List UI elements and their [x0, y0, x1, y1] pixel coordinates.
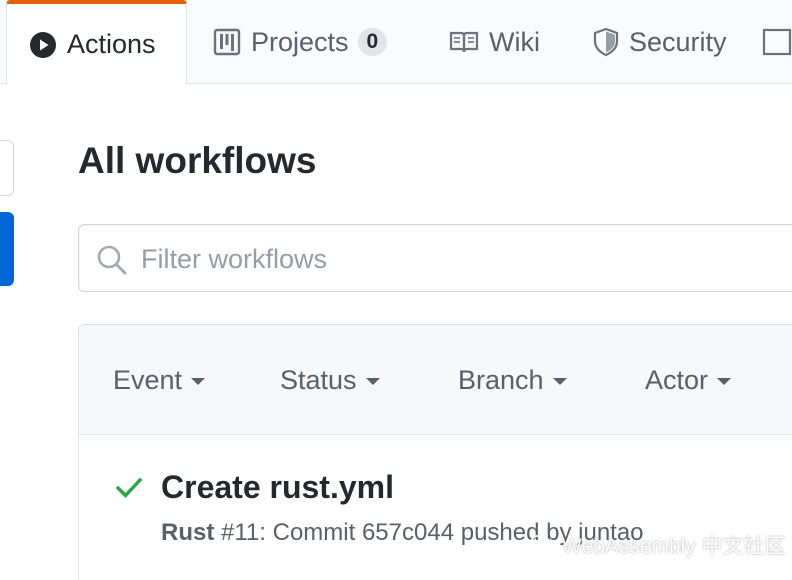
search-icon: [96, 244, 128, 281]
event-filter-label: Event: [113, 365, 183, 395]
chevron-down-icon: [365, 378, 380, 385]
event-filter-dropdown[interactable]: Event: [113, 365, 206, 396]
graph-icon: [762, 28, 792, 56]
new-workflow-button-partial[interactable]: [0, 212, 14, 286]
projects-counter: 0: [357, 28, 388, 56]
tab-security-label: Security: [629, 26, 727, 57]
play-icon: [29, 31, 57, 59]
status-filter-label: Status: [280, 365, 357, 395]
watermark-text: WebAssembly 中文社区: [562, 535, 786, 558]
sidebar-button-partial[interactable]: [0, 140, 14, 196]
tab-security[interactable]: Security: [593, 0, 727, 84]
book-icon: [449, 30, 479, 54]
actor-filter-label: Actor: [645, 365, 709, 395]
status-filter-dropdown[interactable]: Status: [280, 365, 380, 396]
workflow-run-title[interactable]: Create rust.yml: [161, 469, 394, 506]
tab-projects-label: Projects: [251, 26, 349, 57]
repo-nav-tabs: Actions Projects 0 Wiki Security: [0, 0, 792, 85]
filter-workflows-field[interactable]: [78, 224, 792, 292]
run-number: #11: [221, 519, 260, 546]
branch-filter-dropdown[interactable]: Branch: [458, 365, 567, 396]
actor-filter-dropdown[interactable]: Actor: [645, 365, 732, 396]
watermark: WebAssembly 中文社区: [530, 530, 786, 560]
tab-wiki[interactable]: Wiki: [449, 0, 540, 84]
workflow-name[interactable]: Rust: [161, 519, 214, 546]
check-icon: [115, 477, 143, 504]
runs-filter-bar: Event Status Branch Actor: [79, 325, 792, 435]
chevron-down-icon: [191, 378, 206, 385]
tab-projects[interactable]: Projects 0: [213, 0, 388, 84]
shield-icon: [593, 27, 619, 57]
project-icon: [213, 28, 241, 56]
tab-actions[interactable]: Actions: [6, 0, 187, 85]
chevron-down-icon: [717, 378, 732, 385]
branch-filter-label: Branch: [458, 365, 544, 395]
page-title: All workflows: [78, 140, 317, 181]
filter-workflows-input[interactable]: [141, 242, 741, 276]
run-meta-prefix: : Commit: [259, 519, 362, 546]
wechat-icon: [530, 534, 556, 555]
tab-insights-partial[interactable]: [762, 0, 792, 84]
chevron-down-icon: [552, 378, 567, 385]
commit-sha[interactable]: 657c044: [362, 519, 454, 546]
tab-wiki-label: Wiki: [489, 26, 540, 57]
tab-actions-label: Actions: [67, 29, 156, 59]
